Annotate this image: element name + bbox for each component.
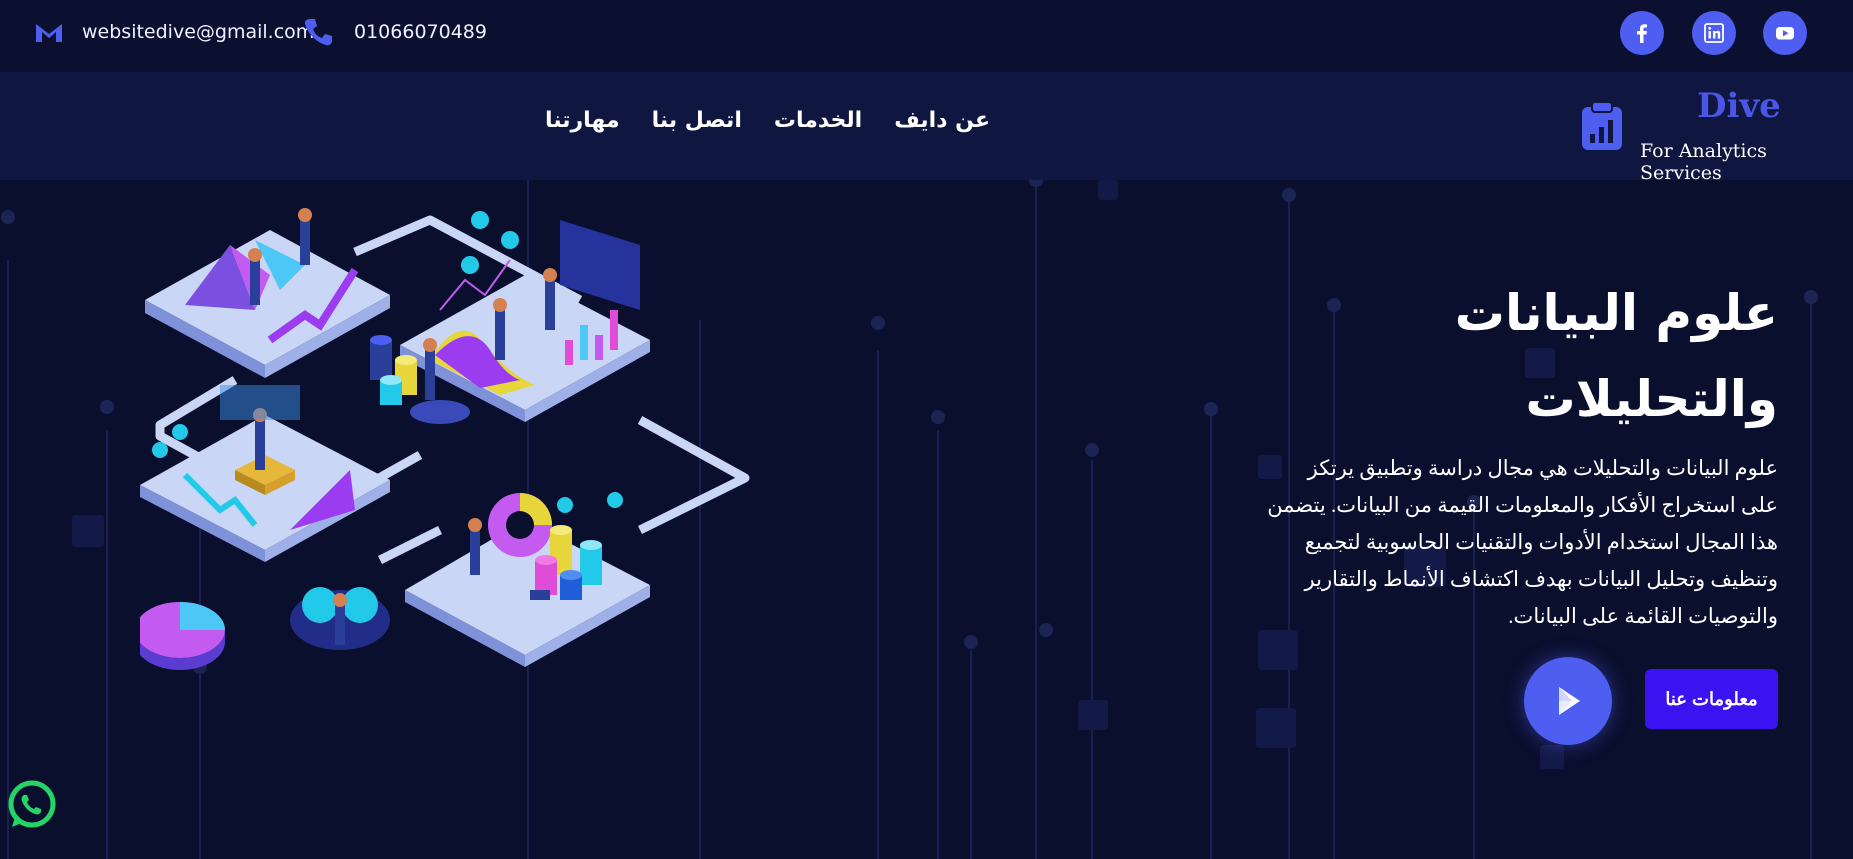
linkedin-icon xyxy=(1704,23,1724,43)
play-icon xyxy=(1559,687,1580,715)
hero-description: علوم البيانات والتحليلات هي مجال دراسة و… xyxy=(1258,450,1778,635)
nav-link-services[interactable]: الخدمات xyxy=(774,108,862,133)
nav-links: عن دايف الخدمات اتصل بنا مهارتنا xyxy=(545,108,990,133)
email-text[interactable]: websitedive@gmail.com xyxy=(82,21,314,43)
clipboard-chart-icon[interactable] xyxy=(1580,100,1624,152)
nav-link-skills[interactable]: مهارتنا xyxy=(545,108,620,133)
facebook-icon xyxy=(1637,24,1647,43)
main-navbar: عن دايف الخدمات اتصل بنا مهارتنا Dive Fo… xyxy=(0,72,1853,184)
facebook-button[interactable] xyxy=(1620,11,1664,55)
top-bar: websitedive@gmail.com 01066070489 xyxy=(0,0,1853,72)
play-video-button[interactable] xyxy=(1524,657,1612,745)
hero-title-line2: والتحليلات xyxy=(1525,370,1778,428)
email-contact[interactable]: websitedive@gmail.com xyxy=(34,14,314,50)
linkedin-button[interactable] xyxy=(1692,11,1736,55)
nav-link-about[interactable]: عن دايف xyxy=(894,108,990,133)
phone-icon xyxy=(304,19,332,46)
hero-description-line: وتنظيف وتحليل البيانات بهدف اكتشاف الأنم… xyxy=(1304,567,1778,591)
nav-link-contact[interactable]: اتصل بنا xyxy=(652,108,742,133)
logo-subtitle: For Analytics Services xyxy=(1640,140,1767,184)
hero-description-line: هذا المجال استخدام الأدوات والتقنيات الح… xyxy=(1304,530,1778,554)
hero-description-line: والتوصيات القائمة على البيانات. xyxy=(1508,604,1778,628)
hero-title: علوم البيانات والتحليلات xyxy=(1158,270,1778,442)
phone-text[interactable]: 01066070489 xyxy=(354,21,487,43)
hero-section: علوم البيانات والتحليلات علوم البيانات و… xyxy=(0,180,1853,859)
youtube-icon xyxy=(1776,27,1794,40)
data-analytics-illustration xyxy=(140,208,750,670)
hero-description-line: علوم البيانات والتحليلات هي مجال دراسة و… xyxy=(1307,456,1778,480)
logo-title[interactable]: Dive xyxy=(1697,86,1781,126)
mail-icon xyxy=(36,24,62,42)
phone-contact[interactable]: 01066070489 xyxy=(302,14,487,50)
hero-description-line: على استخراج الأفكار والمعلومات القيمة من… xyxy=(1267,493,1778,517)
whatsapp-icon[interactable] xyxy=(6,780,58,832)
hero-title-line1: علوم البيانات xyxy=(1454,284,1778,342)
about-us-button[interactable]: معلومات عنا xyxy=(1645,669,1778,729)
youtube-button[interactable] xyxy=(1763,11,1807,55)
